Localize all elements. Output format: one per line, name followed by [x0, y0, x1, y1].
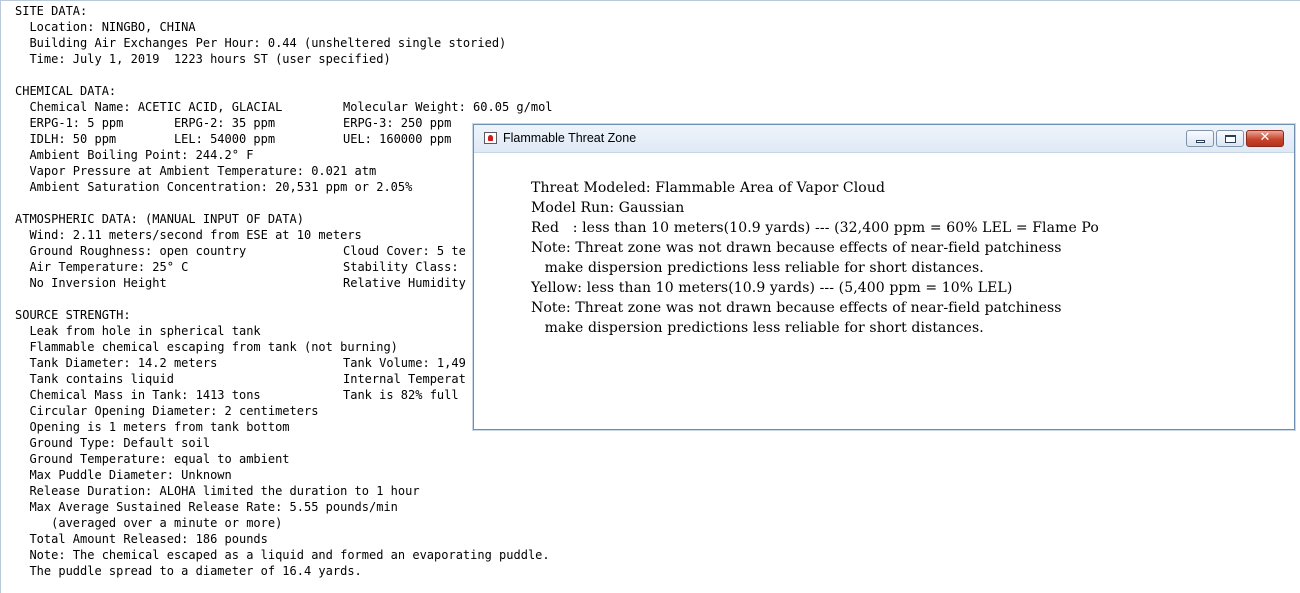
report-line-text: SOURCE STRENGTH: [15, 308, 131, 322]
report-line: CHEMICAL DATA: [15, 83, 116, 99]
report-line-text: Chemical Name: ACETIC ACID, GLACIAL [15, 100, 283, 114]
report-line-text: Total Amount Released: 186 pounds [15, 532, 268, 546]
maximize-icon [1225, 135, 1236, 143]
threat-line: Red : less than 10 meters(10.9 yards) --… [531, 220, 1099, 236]
report-line: ATMOSPHERIC DATA: (MANUAL INPUT OF DATA) [15, 211, 304, 227]
report-line: Total Amount Released: 186 pounds [15, 531, 268, 547]
report-line: Max Puddle Diameter: Unknown [15, 467, 232, 483]
report-line-text: Release Duration: ALOHA limited the dura… [15, 484, 420, 498]
report-line: SITE DATA: [15, 3, 87, 19]
report-line: Ambient Saturation Concentration: 20,531… [15, 179, 412, 195]
report-line-text: Opening is 1 meters from tank bottom [15, 420, 290, 434]
title-bar[interactable]: Flammable Threat Zone ✕ [474, 125, 1294, 153]
report-line-col2: Tank Volume: 1,49 [343, 356, 466, 370]
threat-line: Note: Threat zone was not drawn because … [531, 240, 1062, 256]
report-line-col2: Internal Temperat [343, 372, 466, 386]
report-line-text: ATMOSPHERIC DATA: (MANUAL INPUT OF DATA) [15, 212, 304, 226]
report-line-text: SITE DATA: [15, 4, 88, 18]
report-line-text: (averaged over a minute or more) [15, 516, 283, 530]
window-title: Flammable Threat Zone [503, 131, 637, 145]
report-line: Tank contains liquid Internal Temperat [15, 371, 465, 387]
report-line-col2: Cloud Cover: 5 te [343, 244, 466, 258]
report-line: Wind: 2.11 meters/second from ESE at 10 … [15, 227, 362, 243]
threat-line: Threat Modeled: Flammable Area of Vapor … [531, 180, 886, 196]
report-line-col2: ERPG-3: 250 ppm [343, 116, 452, 130]
minimize-icon [1196, 140, 1205, 143]
report-line: Ground Roughness: open country Cloud Cove… [15, 243, 465, 259]
report-line-text: Max Puddle Diameter: Unknown [15, 468, 232, 482]
report-line: No Inversion Height Relative Humidity [15, 275, 465, 291]
report-line-text: Tank contains liquid [15, 372, 174, 386]
report-line: Note: The chemical escaped as a liquid a… [15, 547, 550, 563]
report-line-text: Flammable chemical escaping from tank (n… [15, 340, 398, 354]
report-line: Circular Opening Diameter: 2 centimeters [15, 403, 318, 419]
report-line: Time: July 1, 2019 1223 hours ST (user s… [15, 51, 391, 67]
report-line: Building Air Exchanges Per Hour: 0.44 (u… [15, 35, 506, 51]
report-line: Air Temperature: 25° C Stability Class: [15, 259, 458, 275]
report-line-text: Note: The chemical escaped as a liquid a… [15, 548, 550, 562]
report-line: Max Average Sustained Release Rate: 5.55… [15, 499, 398, 515]
report-line-text: No Inversion Height [15, 276, 167, 290]
report-line: Chemical Name: ACETIC ACID, GLACIAL Molec… [15, 99, 552, 115]
report-line-col2: Tank is 82% full [343, 388, 459, 402]
report-line-text: Chemical Mass in Tank: 1413 tons [15, 388, 261, 402]
report-line-col2: Stability Class: [343, 260, 459, 274]
report-line-text: Max Average Sustained Release Rate: 5.55… [15, 500, 398, 514]
threat-line: Yellow: less than 10 meters(10.9 yards) … [531, 280, 1013, 296]
flammable-threat-zone-window[interactable]: Flammable Threat Zone ✕ Threat Modeled: … [473, 124, 1295, 430]
report-line: (averaged over a minute or more) [15, 515, 282, 531]
report-line-text: The puddle spread to a diameter of 16.4 … [15, 564, 362, 578]
close-icon: ✕ [1259, 130, 1271, 145]
report-line-text: IDLH: 50 ppm LEL: 54000 ppm [15, 132, 276, 146]
report-line-text: Location: NINGBO, CHINA [15, 20, 196, 34]
report-line: Ground Temperature: equal to ambient [15, 451, 290, 467]
report-line-text: Vapor Pressure at Ambient Temperature: 0… [15, 164, 377, 178]
aloha-app-icon[interactable] [484, 132, 497, 144]
report-line: Chemical Mass in Tank: 1413 tons Tank is … [15, 387, 458, 403]
report-line: The puddle spread to a diameter of 16.4 … [15, 563, 362, 579]
report-line-text: Ground Temperature: equal to ambient [15, 452, 290, 466]
report-line: Ambient Boiling Point: 244.2° F [15, 147, 253, 163]
report-line: Leak from hole in spherical tank [15, 323, 261, 339]
report-line-text: Circular Opening Diameter: 2 centimeters [15, 404, 319, 418]
report-line-text: Time: July 1, 2019 1223 hours ST (user s… [15, 52, 391, 66]
report-line-text: Air Temperature: 25° C [15, 260, 189, 274]
threat-zone-text-area: Threat Modeled: Flammable Area of Vapor … [481, 153, 1287, 423]
minimize-button[interactable] [1186, 130, 1214, 147]
report-line-col2: UEL: 160000 ppm [343, 132, 452, 146]
report-line-text: Wind: 2.11 meters/second from ESE at 10 … [15, 228, 362, 242]
report-line-text: Ambient Boiling Point: 244.2° F [15, 148, 254, 162]
report-line-col2: Molecular Weight: 60.05 g/mol [343, 100, 553, 114]
threat-line: Note: Threat zone was not drawn because … [531, 300, 1062, 316]
report-line: IDLH: 50 ppm LEL: 54000 ppm UEL: 160000 p… [15, 131, 451, 147]
maximize-button[interactable] [1216, 130, 1244, 147]
report-line-text: Building Air Exchanges Per Hour: 0.44 (u… [15, 36, 507, 50]
report-line: Vapor Pressure at Ambient Temperature: 0… [15, 163, 376, 179]
report-line-text: Leak from hole in spherical tank [15, 324, 261, 338]
report-line: SOURCE STRENGTH: [15, 307, 131, 323]
report-line: Opening is 1 meters from tank bottom [15, 419, 290, 435]
report-line-text: ERPG-1: 5 ppm ERPG-2: 35 ppm [15, 116, 276, 130]
threat-line: make dispersion predictions less reliabl… [531, 320, 984, 336]
report-line-text: Ground Roughness: open country [15, 244, 247, 258]
report-line: Release Duration: ALOHA limited the dura… [15, 483, 420, 499]
report-line: Ground Type: Default soil [15, 435, 210, 451]
report-line-text: Ground Type: Default soil [15, 436, 211, 450]
report-line-text: Tank Diameter: 14.2 meters [15, 356, 218, 370]
report-line-text: Ambient Saturation Concentration: 20,531… [15, 180, 413, 194]
report-line: Tank Diameter: 14.2 meters Tank Volume: 1… [15, 355, 465, 371]
report-line-col2: Relative Humidity [343, 276, 466, 290]
report-line-text: CHEMICAL DATA: [15, 84, 117, 98]
report-line: ERPG-1: 5 ppm ERPG-2: 35 ppm ERPG-3: 250 … [15, 115, 451, 131]
report-line: Location: NINGBO, CHINA [15, 19, 196, 35]
report-line: Flammable chemical escaping from tank (n… [15, 339, 398, 355]
close-button[interactable]: ✕ [1246, 130, 1284, 147]
threat-line: make dispersion predictions less reliabl… [531, 260, 984, 276]
threat-line: Model Run: Gaussian [531, 200, 685, 216]
